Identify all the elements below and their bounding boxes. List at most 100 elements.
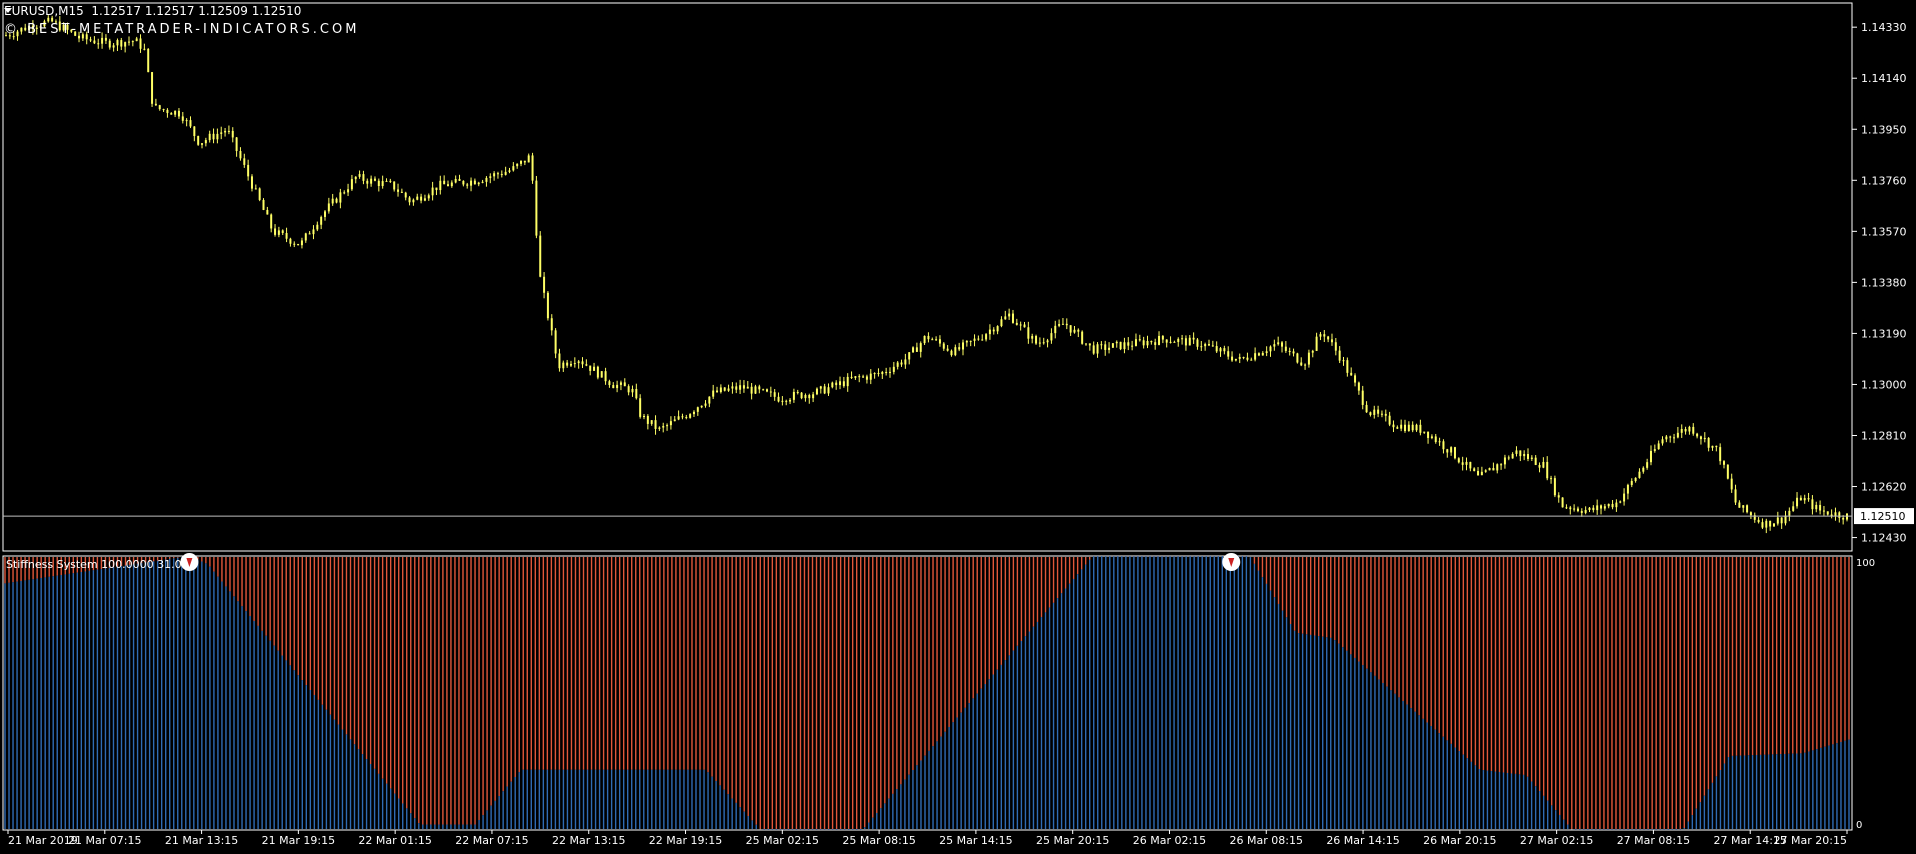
- time-axis-label: 21 Mar 07:15: [68, 834, 141, 847]
- candle-body: [177, 110, 180, 117]
- candle-body: [1192, 337, 1195, 340]
- candle-body: [1615, 502, 1618, 508]
- candle-body: [243, 158, 246, 165]
- candle-body: [554, 330, 557, 354]
- candle-body: [1569, 507, 1572, 510]
- candle-body: [377, 180, 380, 187]
- candle-body: [1561, 497, 1564, 508]
- indicator-scale-bottom: 0: [1856, 820, 1862, 831]
- candle-body: [324, 211, 327, 217]
- candle-body: [1719, 447, 1722, 462]
- time-axis-label: 21 Mar 13:15: [165, 834, 238, 847]
- candle-body: [304, 233, 307, 241]
- candle-body: [1607, 503, 1610, 507]
- candle-body: [408, 197, 411, 203]
- candle-body: [135, 38, 138, 42]
- candle-body: [250, 176, 253, 189]
- candle-body: [988, 329, 991, 335]
- candle-body: [1323, 334, 1326, 337]
- candle-body: [681, 416, 684, 418]
- candle-body: [1138, 339, 1141, 341]
- candle-body: [1027, 327, 1030, 339]
- candle-body: [1792, 506, 1795, 511]
- candle-body: [1277, 342, 1280, 345]
- candle-body: [1442, 441, 1445, 450]
- candle-body: [104, 37, 107, 41]
- candle-body: [485, 177, 488, 182]
- candle-body: [700, 405, 703, 408]
- candle-body: [350, 179, 353, 190]
- indicator-frame: [2, 555, 1853, 831]
- candle-body: [500, 174, 503, 176]
- candle-body: [1446, 449, 1449, 453]
- candle-body: [596, 366, 599, 378]
- candle-body: [1223, 348, 1226, 352]
- candle-body: [1619, 501, 1622, 503]
- candle-body: [385, 180, 388, 182]
- candle-body: [120, 40, 123, 47]
- candle-body: [1304, 364, 1307, 366]
- candle-body: [1492, 467, 1495, 471]
- candle-body: [508, 170, 511, 172]
- candle-body: [546, 292, 549, 319]
- candle-body: [1653, 449, 1656, 451]
- candle-body: [224, 130, 227, 133]
- candle-body: [439, 180, 442, 191]
- candle-body: [581, 361, 584, 365]
- candle-body: [1565, 507, 1568, 509]
- trading-chart-window[interactable]: 1.14330 1.14140 1.13950 1.13760 1.13570 1.133…: [0, 0, 1916, 850]
- candle-body: [1796, 497, 1799, 507]
- candle-body: [1269, 346, 1272, 352]
- candle-body: [473, 180, 476, 185]
- candle-body: [366, 180, 369, 184]
- candle-body: [1511, 453, 1514, 459]
- candle-body: [873, 373, 876, 375]
- candle-body: [270, 214, 273, 229]
- candle-body: [289, 238, 292, 244]
- candle-body: [577, 361, 580, 364]
- candle-body: [1119, 341, 1122, 350]
- candle-body: [1069, 325, 1072, 333]
- candle-body: [846, 376, 849, 387]
- candle-body: [1365, 404, 1368, 413]
- candle-body: [193, 126, 196, 137]
- candle-body: [300, 240, 303, 246]
- candle-body: [1419, 424, 1422, 433]
- candle-body: [896, 362, 899, 367]
- candle-body: [1273, 344, 1276, 347]
- candle-body: [327, 203, 330, 212]
- candle-body: [181, 116, 184, 121]
- candle-body: [1703, 437, 1706, 440]
- candle-body: [1104, 344, 1107, 350]
- candle-body: [297, 244, 300, 246]
- candle-body: [1081, 331, 1084, 344]
- candle-body: [1507, 457, 1510, 459]
- candle-body: [1284, 346, 1287, 351]
- candle-body: [796, 391, 799, 393]
- candle-body: [1430, 436, 1433, 438]
- candle-body: [1346, 360, 1349, 373]
- candle-body: [1184, 338, 1187, 346]
- candle-body: [235, 137, 238, 152]
- time-axis-label: 22 Mar 01:15: [358, 834, 431, 847]
- candle-body: [608, 381, 611, 386]
- candle-body: [862, 376, 865, 378]
- time-axis-label: 27 Mar 08:15: [1617, 834, 1690, 847]
- candle-body: [1246, 357, 1249, 360]
- candle-body: [316, 224, 319, 230]
- candle-body: [1096, 344, 1099, 354]
- candle-body: [1496, 464, 1499, 471]
- candle-body: [1707, 437, 1710, 448]
- candle-body: [566, 362, 569, 366]
- candle-body: [1757, 519, 1760, 523]
- candle-body: [1596, 505, 1599, 511]
- candle-body: [101, 37, 104, 44]
- candle-body: [1807, 498, 1810, 500]
- candle-body: [712, 390, 715, 397]
- price-axis-label: 1.12430: [1861, 532, 1907, 545]
- candle-body: [1534, 457, 1537, 465]
- candle-body: [646, 415, 649, 424]
- price-chart-svg[interactable]: 1.14330 1.14140 1.13950 1.13760 1.13570 1.133…: [0, 0, 1916, 850]
- candle-body: [954, 347, 957, 356]
- candle-body: [170, 113, 173, 115]
